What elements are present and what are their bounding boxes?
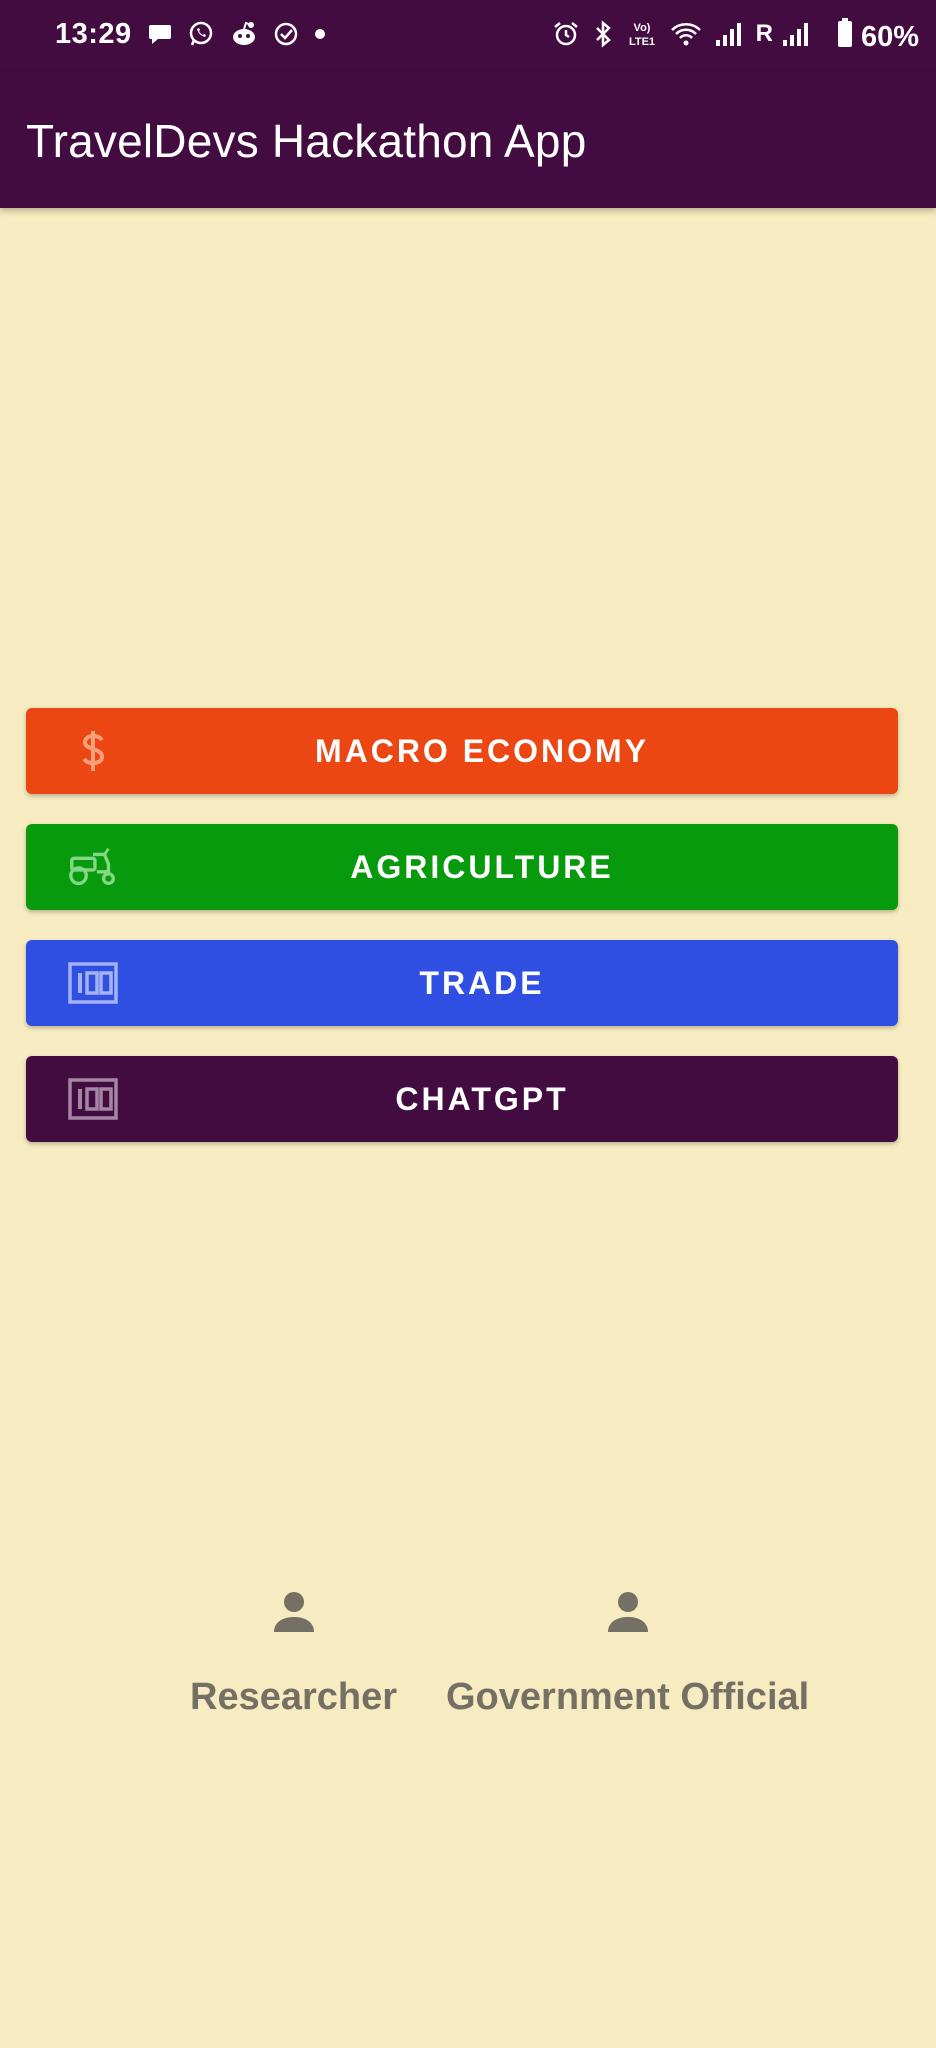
bluetooth-icon (592, 20, 614, 48)
volte-icon: Vo) LTE1 (626, 20, 658, 48)
signal-icon (714, 20, 744, 48)
battery-icon (837, 18, 853, 56)
role-researcher[interactable]: Researcher (190, 1588, 397, 1719)
wifi-icon (670, 20, 702, 48)
status-time: 13:29 (55, 18, 132, 50)
macro-economy-button[interactable]: MACRO ECONOMY (26, 708, 898, 794)
app-title: TravelDevs Hackathon App (26, 115, 587, 167)
person-icon (604, 1588, 652, 1636)
app-bar: TravelDevs Hackathon App (0, 72, 936, 208)
macro-economy-label: MACRO ECONOMY (314, 732, 650, 769)
trade-button[interactable]: TRADE (26, 940, 898, 1026)
government-official-label: Government Official (446, 1676, 810, 1718)
roaming-signal-icon: R (756, 20, 811, 48)
volte-bottom-label: LTE1 (629, 36, 655, 48)
chat-bubble-icon (147, 21, 173, 47)
chatgpt-label: CHATGPT (395, 1080, 569, 1117)
dot-icon (313, 21, 327, 47)
trade-label: TRADE (419, 964, 545, 1001)
counter-100-icon (66, 1072, 120, 1126)
counter-100-icon (66, 956, 120, 1010)
volte-top-label: Vo) (633, 22, 650, 34)
battery-status: 60% (837, 18, 919, 56)
researcher-label: Researcher (190, 1676, 398, 1718)
alarm-icon (552, 20, 580, 48)
system-icons: Vo) LTE1 R (552, 20, 811, 48)
reddit-icon (229, 20, 259, 48)
status-bar: 13:29 Vo) LTE1 R 60% (0, 0, 936, 72)
notification-icons (147, 20, 327, 48)
whatsapp-icon (187, 20, 215, 48)
chatgpt-button[interactable]: CHATGPT (26, 1056, 898, 1142)
agriculture-button[interactable]: AGRICULTURE (26, 824, 898, 910)
person-icon (270, 1588, 318, 1636)
role-government-official[interactable]: Government Official (446, 1588, 809, 1719)
check-circle-icon (273, 21, 299, 47)
roaming-letter: R (755, 20, 773, 47)
tractor-icon (66, 840, 120, 894)
battery-percent: 60% (860, 20, 919, 53)
dollar-icon (66, 724, 120, 778)
agriculture-label: AGRICULTURE (350, 848, 614, 885)
